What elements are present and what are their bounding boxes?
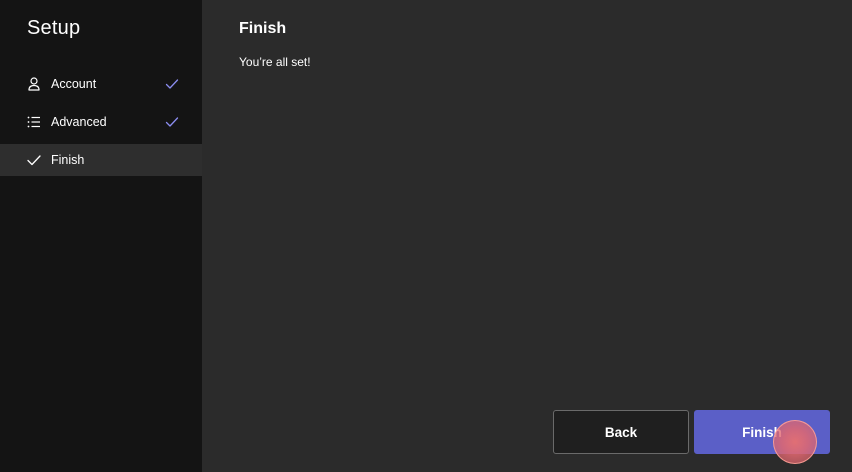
person-icon <box>28 77 40 91</box>
completion-message: You’re all set! <box>239 55 311 69</box>
sidebar-item-finish[interactable]: Finish <box>0 144 202 176</box>
sidebar: Setup Account Advanced Finish <box>0 0 202 472</box>
main-content: Finish You’re all set! Back Finish <box>202 0 852 472</box>
page-title: Finish <box>239 20 287 37</box>
completed-check-icon <box>165 79 179 89</box>
sidebar-item-account[interactable]: Account <box>0 68 202 100</box>
sidebar-item-label: Account <box>51 77 97 91</box>
list-icon <box>27 116 40 128</box>
sidebar-item-label: Advanced <box>51 115 107 129</box>
check-icon <box>27 155 41 166</box>
back-button[interactable]: Back <box>553 410 689 454</box>
sidebar-title: Setup <box>27 17 81 39</box>
setup-window: Setup Account Advanced Finish Finish You… <box>0 0 852 472</box>
finish-button[interactable]: Finish <box>694 410 830 454</box>
sidebar-item-advanced[interactable]: Advanced <box>0 106 202 138</box>
completed-check-icon <box>165 117 179 127</box>
sidebar-item-label: Finish <box>51 153 85 167</box>
